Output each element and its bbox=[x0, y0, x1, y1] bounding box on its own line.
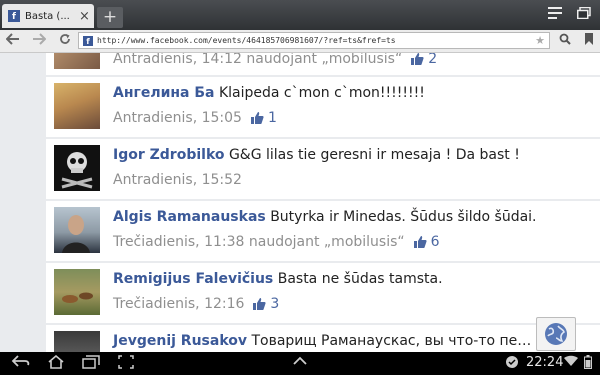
home-icon[interactable] bbox=[45, 354, 67, 371]
thumbs-up-icon bbox=[413, 236, 427, 248]
new-tab-button[interactable]: + bbox=[97, 7, 123, 28]
comment-line: Ангелина Ба Klaipeda c`mon c`mon!!!!!!!! bbox=[113, 85, 425, 101]
browser-tab[interactable]: f Basta (... × bbox=[2, 4, 94, 28]
back-icon[interactable] bbox=[10, 355, 32, 371]
tab-close-button[interactable]: × bbox=[79, 9, 90, 24]
comment-text: G&G lilas tie geresni ir mesaja ! Da bas… bbox=[228, 147, 520, 163]
bookmark-icon[interactable] bbox=[580, 32, 598, 50]
comment-meta: Trečiadienis, 11:38 naudojant „mobilusis… bbox=[113, 234, 440, 250]
refresh-icon[interactable] bbox=[56, 32, 74, 50]
recent-apps-icon[interactable] bbox=[80, 355, 102, 371]
comment-line: Remigijus Falevičius Basta ne šūdas tams… bbox=[113, 271, 443, 287]
comment-author[interactable]: Remigijus Falevičius bbox=[113, 271, 273, 287]
comment-card: Antradienis, 14:12 naudojant „mobilusis“… bbox=[46, 53, 600, 75]
comment-time: Antradienis, 15:52 bbox=[113, 172, 242, 188]
like-count[interactable]: 3 bbox=[252, 296, 279, 312]
comment-card: Igor Zdrobilko G&G lilas tie geresni ir … bbox=[46, 139, 600, 199]
thumbs-up-icon bbox=[253, 298, 267, 310]
comment-time: Trečiadienis, 12:16 bbox=[113, 296, 245, 312]
chevron-up-icon[interactable] bbox=[289, 355, 311, 371]
comment-card: Jevgenij Rusakov Товарищ Раманаускас, вы… bbox=[46, 325, 600, 352]
comment-meta: Antradienis, 15:52 bbox=[113, 172, 242, 188]
globe-button[interactable] bbox=[536, 317, 576, 351]
menu-icon[interactable] bbox=[544, 5, 566, 25]
notification-icon[interactable] bbox=[504, 355, 520, 371]
comment-author[interactable]: Ангелина Ба bbox=[113, 85, 215, 101]
comment-line: Jevgenij Rusakov Товарищ Раманаускас, вы… bbox=[113, 333, 561, 349]
comment-meta: Antradienis, 14:12 naudojant „mobilusis“… bbox=[113, 53, 437, 67]
comment-card: Algis Ramanauskas Butyrka ir Minedas. Šū… bbox=[46, 201, 600, 261]
search-icon[interactable] bbox=[556, 32, 574, 50]
browser-tab-strip: f Basta (... × + bbox=[0, 0, 600, 30]
like-count[interactable]: 6 bbox=[413, 234, 440, 250]
comment-card: Ангелина Ба Klaipeda c`mon c`mon!!!!!!!!… bbox=[46, 77, 600, 137]
battery-icon bbox=[582, 355, 594, 371]
tab-title: Basta (... bbox=[25, 10, 70, 22]
avatar[interactable] bbox=[54, 83, 100, 129]
facebook-favicon-icon: f bbox=[8, 10, 20, 22]
comment-time: Trečiadienis, 11:38 naudojant „mobilusis… bbox=[113, 234, 405, 250]
screenshot-icon[interactable] bbox=[115, 355, 137, 371]
comment-author[interactable]: Algis Ramanauskas bbox=[113, 209, 266, 225]
system-navigation-bar: 22:24 bbox=[0, 352, 600, 375]
comment-meta: Antradienis, 15:05 1 bbox=[113, 110, 277, 126]
comment-author[interactable]: Igor Zdrobilko bbox=[113, 147, 225, 163]
window-icon[interactable] bbox=[573, 5, 595, 25]
comment-line: Igor Zdrobilko G&G lilas tie geresni ir … bbox=[113, 147, 520, 163]
comment-text: Klaipeda c`mon c`mon!!!!!!!! bbox=[218, 85, 425, 101]
avatar[interactable] bbox=[54, 331, 100, 352]
comments-list: Antradienis, 14:12 naudojant „mobilusis“… bbox=[0, 53, 600, 352]
browser-toolbar: f http://www.facebook.com/events/4641857… bbox=[0, 30, 600, 53]
avatar[interactable] bbox=[54, 145, 100, 191]
comment-line: Algis Ramanauskas Butyrka ir Minedas. Šū… bbox=[113, 209, 537, 225]
comment-text: Butyrka ir Minedas. Šūdus šildo šūdai. bbox=[270, 209, 537, 225]
thumbs-up-icon bbox=[411, 53, 424, 65]
thumbs-up-icon bbox=[250, 112, 264, 124]
status-clock: 22:24 bbox=[526, 355, 564, 370]
comment-text: Basta ne šūdas tamsta. bbox=[277, 271, 443, 287]
comment-time: Antradienis, 14:12 naudojant „mobilusis“ bbox=[113, 53, 403, 67]
forward-arrow-icon[interactable] bbox=[30, 32, 48, 50]
avatar[interactable] bbox=[54, 207, 100, 253]
back-arrow-icon[interactable] bbox=[4, 32, 22, 50]
comment-time: Antradienis, 15:05 bbox=[113, 110, 242, 126]
avatar[interactable] bbox=[54, 269, 100, 315]
comment-card: Remigijus Falevičius Basta ne šūdas tams… bbox=[46, 263, 600, 323]
like-count[interactable]: 2 bbox=[410, 53, 437, 67]
globe-icon bbox=[545, 323, 567, 345]
comment-author[interactable]: Jevgenij Rusakov bbox=[113, 333, 247, 349]
avatar[interactable] bbox=[54, 53, 100, 69]
star-icon[interactable]: ★ bbox=[535, 34, 545, 47]
facebook-favicon-icon: f bbox=[83, 35, 93, 46]
wifi-icon bbox=[564, 355, 578, 371]
like-count[interactable]: 1 bbox=[250, 110, 277, 126]
comment-meta: Trečiadienis, 12:16 3 bbox=[113, 296, 279, 312]
comment-text: Товарищ Раманаускас, вы что-то пе… тал bbox=[251, 333, 562, 349]
address-bar[interactable]: f http://www.facebook.com/events/4641857… bbox=[78, 32, 550, 49]
url-text[interactable]: http://www.facebook.com/events/464185706… bbox=[97, 36, 535, 45]
